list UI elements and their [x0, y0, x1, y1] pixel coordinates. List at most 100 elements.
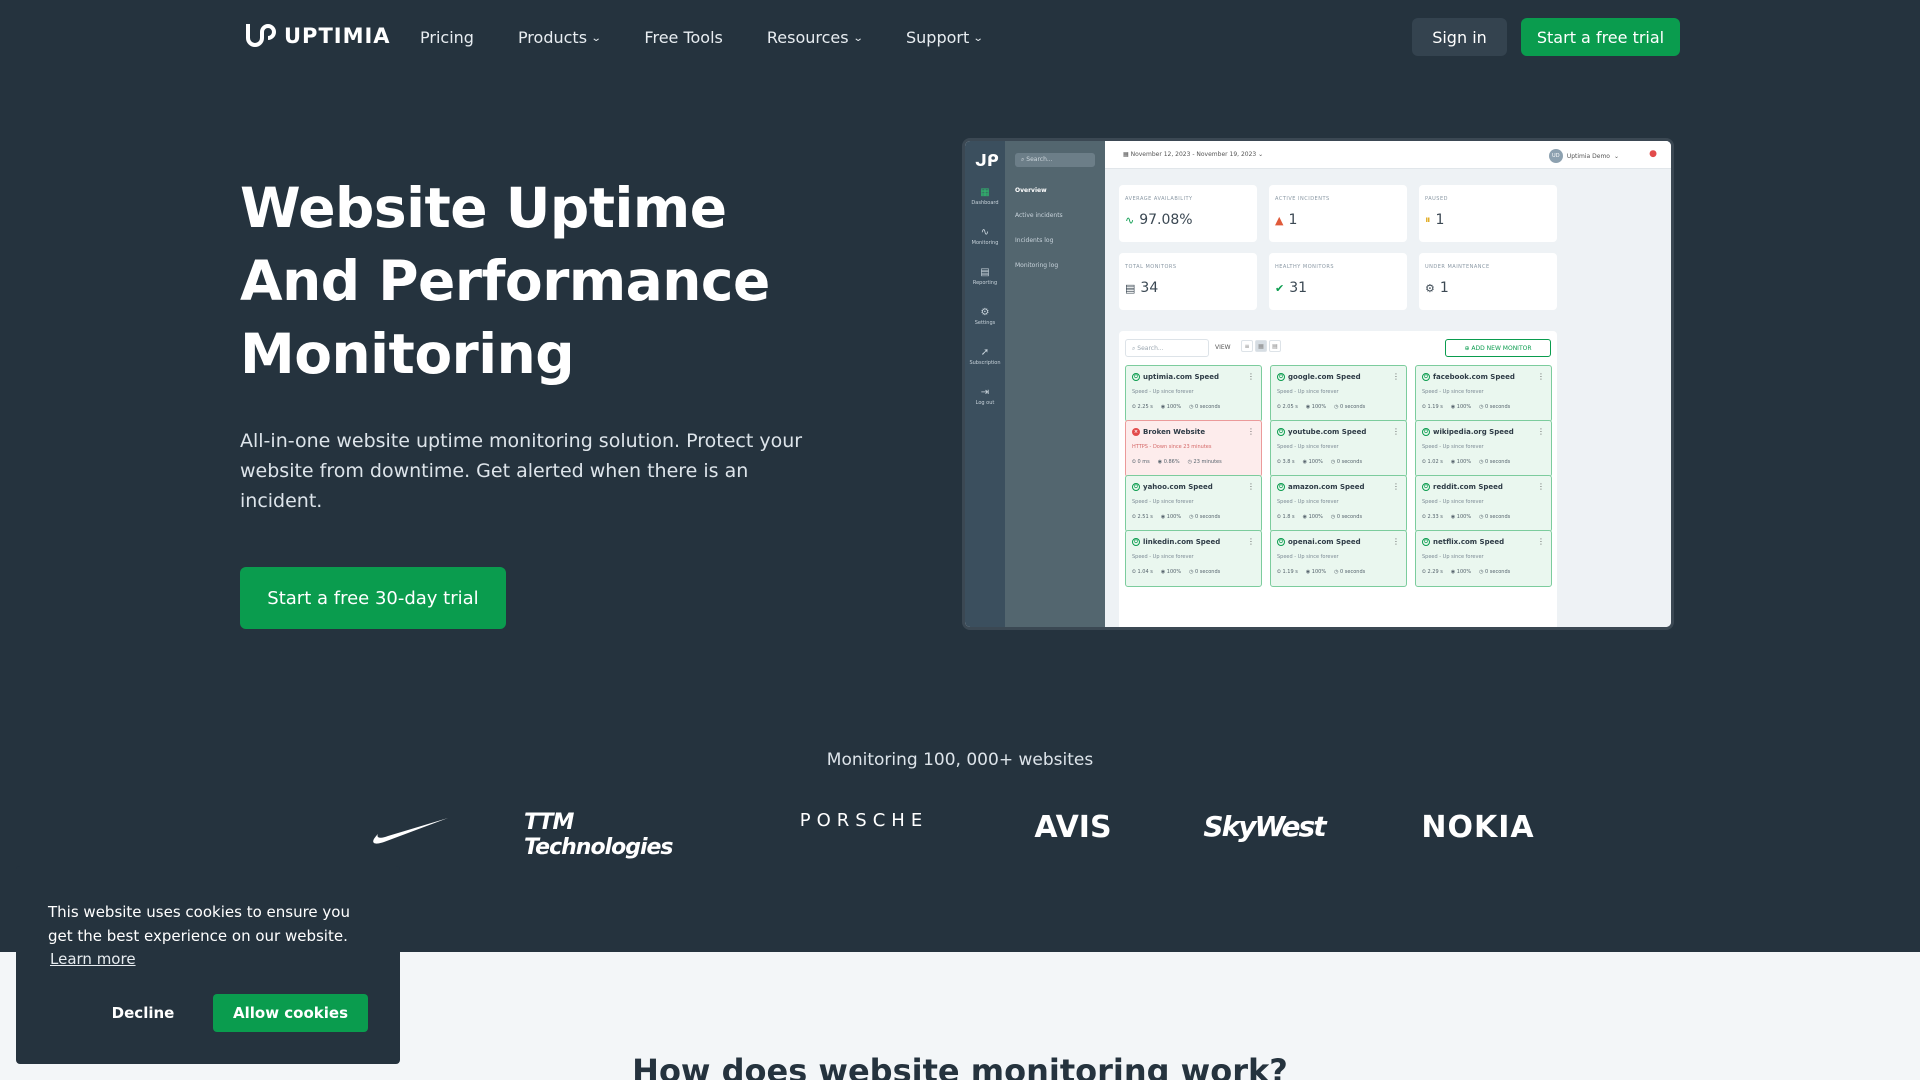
- top-navigation: UPTIMIA Pricing Products ⌄ Free Tools Resour…: [0, 0, 1920, 78]
- downtime: ◷ 0 seconds: [1330, 459, 1363, 465]
- monitor-name-row: ⏻ openai.com Speed: [1277, 538, 1361, 546]
- uptime-value: 100%: [1456, 404, 1472, 410]
- dashboard-sidebar-label: Dashboard: [971, 200, 999, 206]
- cookie-text: This website uses cookies to ensure you …: [48, 903, 350, 945]
- monitoring-icon: ∿: [980, 227, 990, 238]
- uptime: ◉ 100%: [1450, 404, 1472, 410]
- date-range: ▦ November 12, 2023 - November 19, 2023 …: [1123, 151, 1264, 158]
- monitor-status: Speed - Up since forever: [1277, 389, 1339, 395]
- dashboard-search: ⌕ Search...: [1015, 153, 1095, 167]
- monitor-name: Broken Website: [1143, 428, 1206, 436]
- dashboard-icon: ▦: [980, 187, 990, 198]
- stat-card: PAUSED ⏸ 1: [1419, 185, 1557, 242]
- downtime-value: 0 seconds: [1195, 404, 1221, 410]
- uptime-value: 100%: [1456, 459, 1472, 465]
- uptime: ◉ 100%: [1160, 404, 1182, 410]
- dashboard-sidebar-item: ▤ Reporting: [965, 267, 1005, 286]
- monitor-card: ⏻ linkedin.com Speed ⋮ Speed - Up since for…: [1125, 530, 1262, 587]
- response-time: ⏲ 2.25 s: [1132, 404, 1153, 410]
- uptime: ◉ 100%: [1450, 569, 1472, 575]
- porsche-logo: PORSCHE: [799, 810, 929, 831]
- up-status-icon: ⏻: [1277, 538, 1285, 546]
- reporting-icon: ▤: [980, 267, 990, 278]
- downtime: ◷ 0 seconds: [1334, 569, 1366, 575]
- monitor-metrics: ⏲ 1.19 s ◉ 100% ◷ 0 seconds: [1277, 569, 1365, 575]
- monitor-card: ⏻ yahoo.com Speed ⋮ Speed - Up since foreve…: [1125, 475, 1262, 532]
- stat-value: 1: [1439, 280, 1449, 296]
- up-status-icon: ⏻: [1422, 428, 1430, 436]
- downtime-value: 0 seconds: [1340, 404, 1366, 410]
- monitor-name-row: ⏻ youtube.com Speed: [1277, 428, 1366, 436]
- monitor-metrics: ⏲ 1.8 s ◉ 100% ◷ 0 seconds: [1277, 514, 1362, 520]
- hero-title-line: And Performance: [240, 249, 770, 313]
- uptime-value: 100%: [1311, 404, 1327, 410]
- nav-link-support[interactable]: Support ⌄: [906, 28, 984, 47]
- uptime-value: 100%: [1308, 514, 1323, 520]
- dashboard-sidebar: ᒍᑭ ▦ Dashboard ∿ Monitoring ▤ Reporting ⚙ Setti…: [965, 141, 1005, 627]
- more-options-icon: ⋮: [1392, 482, 1400, 491]
- uptime-value: 100%: [1456, 569, 1472, 575]
- nav-link-free-tools[interactable]: Free Tools: [644, 28, 722, 47]
- downtime: ◷ 0 seconds: [1479, 569, 1511, 575]
- nav-link-pricing[interactable]: Pricing: [420, 28, 474, 47]
- dashboard-main: ▦ November 12, 2023 - November 19, 2023 …: [1105, 141, 1671, 627]
- hero-title-line: Website Uptime: [240, 176, 727, 240]
- stat-card: AVERAGE AVAILABILITY ∿ 97.08%: [1119, 185, 1257, 242]
- nav-link-products[interactable]: Products ⌄: [518, 28, 602, 47]
- allow-cookies-button[interactable]: Allow cookies: [213, 994, 368, 1032]
- uptime: ◉ 0.86%: [1157, 459, 1180, 465]
- clients-title: Monitoring 100, 000+ websites: [826, 750, 1094, 770]
- response-time: ⏲ 3.8 s: [1277, 459, 1295, 465]
- dashboard-user: UD Uptimia Demo ⌄: [1548, 149, 1619, 163]
- up-status-icon: ⏻: [1277, 428, 1285, 436]
- uptime-value: 100%: [1311, 569, 1327, 575]
- stat-value-row: ▲ 1: [1275, 212, 1297, 228]
- monitor-card: ⏻ facebook.com Speed ⋮ Speed - Up since for…: [1415, 365, 1552, 422]
- uptimia-logo[interactable]: UPTIMIA: [240, 20, 391, 52]
- dashboard-sidebar-item: ▦ Dashboard: [965, 187, 1005, 206]
- stat-value-row: ✔ 31: [1275, 280, 1307, 296]
- nav-link-resources[interactable]: Resources ⌄: [767, 28, 864, 47]
- more-options-icon: ⋮: [1247, 427, 1255, 436]
- sign-in-button[interactable]: Sign in: [1412, 18, 1507, 56]
- downtime-value: 0 seconds: [1195, 514, 1221, 520]
- downtime-value: 0 seconds: [1195, 569, 1221, 575]
- more-options-icon: ⋮: [1537, 427, 1545, 436]
- stat-value-row: ⏸ 1: [1425, 212, 1444, 228]
- log-out-icon: ⇥: [980, 387, 990, 398]
- up-status-icon: ⏻: [1132, 483, 1140, 491]
- dashboard-subnav-item: Overview: [1015, 187, 1047, 194]
- dashboard-sidebar-label: Settings: [974, 320, 996, 326]
- ttm-logo: TTM Technologies: [524, 810, 674, 860]
- up-status-icon: ⏻: [1132, 373, 1140, 381]
- monitor-name: wikipedia.org Speed: [1433, 428, 1514, 436]
- uptime-value: 100%: [1166, 514, 1182, 520]
- pulse-icon: ∿: [1125, 213, 1135, 227]
- response-time: ⏲ 0 ms: [1132, 459, 1150, 465]
- response-time-value: 1.04 s: [1137, 569, 1153, 575]
- dashboard-subnav-item: Monitoring log: [1015, 262, 1059, 269]
- stat-card: UNDER MAINTENANCE ⚙ 1: [1419, 253, 1557, 310]
- hero-trial-button[interactable]: Start a free 30-day trial: [240, 567, 506, 629]
- downtime: ◷ 0 seconds: [1479, 459, 1511, 465]
- dashboard-sidebar-item: ∿ Monitoring: [965, 227, 1005, 246]
- uptime: ◉ 100%: [1305, 569, 1327, 575]
- start-free-trial-button[interactable]: Start a free trial: [1521, 18, 1680, 56]
- response-time-value: 2.25 s: [1137, 404, 1153, 410]
- monitor-metrics: ⏲ 3.8 s ◉ 100% ◷ 0 seconds: [1277, 459, 1362, 465]
- downtime-value: 0 seconds: [1340, 569, 1366, 575]
- up-status-icon: ⏻: [1132, 538, 1140, 546]
- monitor-status: Speed - Up since forever: [1422, 389, 1484, 395]
- decline-cookies-button[interactable]: Decline: [80, 994, 206, 1032]
- hero-title: Website Uptime And Performance Monitorin…: [240, 172, 840, 391]
- uptime-value: 100%: [1308, 459, 1323, 465]
- monitor-card: ⏻ amazon.com Speed ⋮ Speed - Up since forev…: [1270, 475, 1407, 532]
- downtime-value: 0 seconds: [1485, 404, 1511, 410]
- monitor-card: ⏻ google.com Speed ⋮ Speed - Up since forev…: [1270, 365, 1407, 422]
- more-options-icon: ⋮: [1247, 537, 1255, 546]
- chevron-down-icon: ⌄: [852, 33, 864, 44]
- monitor-name: linkedin.com Speed: [1143, 538, 1221, 546]
- monitor-status: Speed - Up since forever: [1132, 554, 1194, 560]
- uptime: ◉ 100%: [1160, 569, 1182, 575]
- learn-more-link[interactable]: Learn more: [50, 950, 136, 968]
